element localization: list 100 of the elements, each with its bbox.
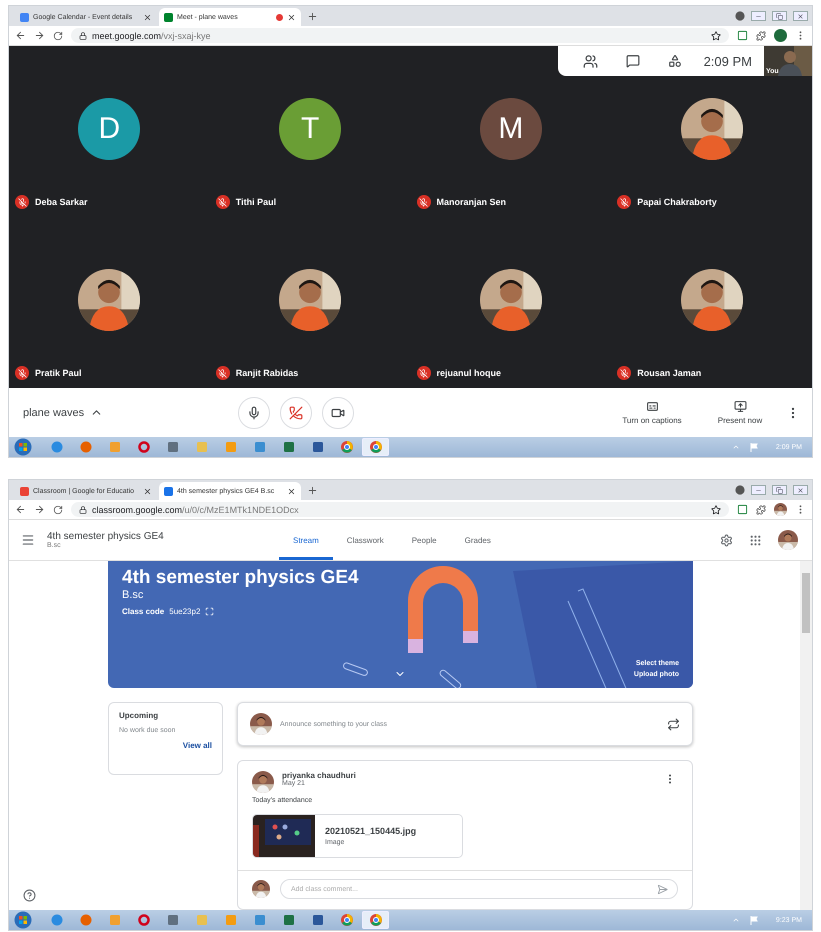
address-bar[interactable]: meet.google.com/vxj-sxaj-kye [71,28,729,43]
lock-icon [79,506,87,514]
back-icon[interactable] [15,504,26,515]
globe-icon [50,914,62,926]
document-icon [312,441,324,453]
ring-icon [138,441,150,453]
present-button[interactable]: Present now [696,400,784,425]
globe-icon [50,441,62,453]
people-icon[interactable] [583,54,598,68]
menu-icon[interactable] [21,533,35,547]
meeting-clock: 2:09 PM [702,54,753,68]
attachment-name: 20210521_150445.jpg [325,826,416,836]
reload-icon[interactable] [53,30,63,40]
extensions-icon[interactable] [756,504,766,514]
palette-icon [108,914,120,926]
extensions-icon[interactable] [756,30,766,40]
spreadsheet-icon [282,914,294,926]
favicon-icon [20,486,29,496]
participant-avatar: T [279,98,342,160]
shapes-icon[interactable] [668,54,682,68]
bookmark-star-icon[interactable] [711,30,721,40]
restore-button[interactable] [772,485,787,495]
chrome-icon [370,914,382,926]
class-code: 5ue23p2 [169,607,200,616]
url-text: classroom.google.com/u/0/c/MzE1MTk1NDE1ODcx [92,504,299,514]
camera-button[interactable] [322,396,354,428]
close-button[interactable] [793,11,808,21]
extension-icon[interactable] [737,504,748,515]
spreadsheet-icon [282,441,294,453]
help-button[interactable] [23,889,36,902]
repost-icon[interactable] [667,718,680,730]
upcoming-title: Upcoming [119,711,160,720]
profile-avatar[interactable] [774,29,787,42]
close-icon [797,12,804,20]
class-title: 4th semester physics GE4 [47,531,165,542]
chrome-icon [340,914,352,926]
banner-section: B.sc [122,589,679,601]
close-button[interactable] [793,485,808,495]
image-icon [254,914,266,926]
folder-icon [196,914,208,926]
lock-icon [79,32,87,40]
image-icon [254,441,266,453]
taskbar-app[interactable] [362,911,389,929]
meeting-name[interactable]: plane waves [23,406,84,418]
ring-icon [138,914,150,926]
fullscreen-icon[interactable] [205,607,214,616]
chrome-icon [370,441,382,453]
restore-icon [776,12,783,20]
document-icon [312,914,324,926]
scrollbar[interactable] [800,561,812,910]
windows-orb-icon [14,438,32,456]
url-text: meet.google.com/vxj-sxaj-kye [92,30,211,40]
globe-icon [80,914,92,926]
close-icon[interactable] [143,486,152,496]
restore-icon [776,486,783,494]
chat-icon[interactable] [626,54,640,68]
apps-grid-icon[interactable] [749,534,762,546]
close-icon[interactable] [287,12,296,22]
favicon-icon [20,12,29,22]
folder-icon [196,441,208,453]
captions-icon [646,400,658,413]
participant-name: Pratik Paul [35,368,82,378]
nav-tab[interactable]: People [398,520,451,560]
post-author: priyanka chaudhuri [282,771,357,780]
forward-icon[interactable] [34,30,45,41]
hang-up-button[interactable] [280,396,312,428]
view-all-link[interactable]: View all [182,741,212,750]
chrome-icon [340,441,352,453]
favicon-icon [164,486,173,496]
new-tab-icon[interactable] [307,484,318,496]
forward-icon[interactable] [34,504,45,515]
captions-button[interactable]: Turn on captions [608,400,696,425]
back-icon[interactable] [15,30,26,41]
taskbar-app[interactable] [362,438,389,456]
participant-name: rejuanul hoque [436,368,502,378]
reload-icon[interactable] [53,504,63,514]
new-tab-icon[interactable] [307,10,318,22]
participant-name: Manoranjan Sen [436,197,506,207]
extension-icon[interactable] [737,30,748,41]
hang-up-icon [288,406,303,420]
restore-button[interactable] [772,11,787,21]
participant-avatar: M [480,98,542,160]
close-icon[interactable] [143,12,152,22]
close-icon[interactable] [287,486,296,496]
record-icon[interactable] [735,485,745,495]
participant-name: Tithi Paul [236,197,276,207]
nav-tab[interactable]: Grades [450,520,505,560]
favicon-icon [164,12,173,22]
microphone-button[interactable] [238,396,270,428]
address-bar[interactable]: classroom.google.com/u/0/c/MzE1MTk1NDE1ODcx [71,502,729,517]
nav-tab[interactable]: Classwork [332,520,398,560]
play-icon [224,441,236,453]
record-icon[interactable] [735,11,745,21]
palette-icon [108,441,120,453]
participant-name: Papai Chakraborty [637,197,717,207]
calculator-icon [166,914,178,926]
settings-icon[interactable] [720,534,733,546]
bookmark-star-icon[interactable] [711,504,721,514]
present-screen-icon [734,400,746,413]
send-icon[interactable] [657,884,668,895]
